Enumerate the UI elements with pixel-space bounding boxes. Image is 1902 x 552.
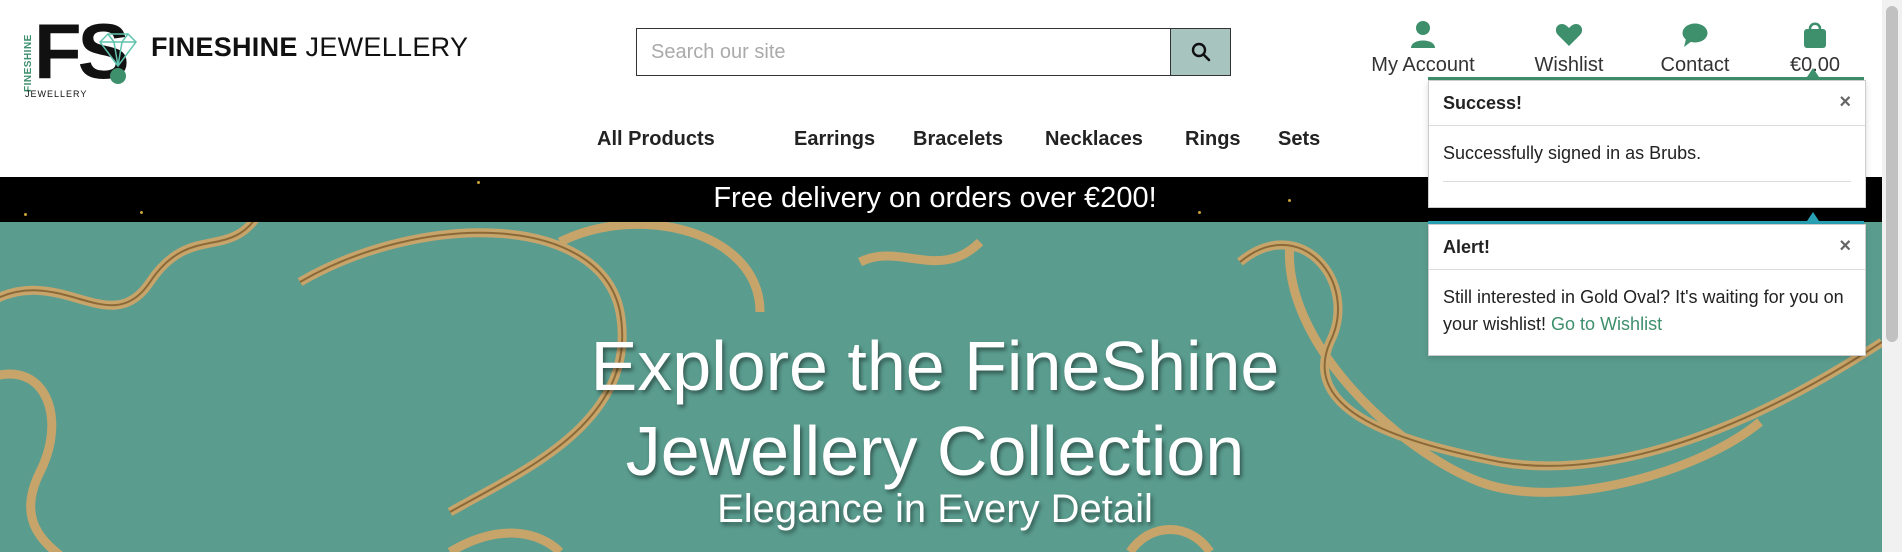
- menu-item-earrings[interactable]: Earrings: [794, 128, 875, 151]
- toast-message: Successfully signed in as Brubs.: [1443, 143, 1702, 163]
- hero-title-line2: Jewellery Collection: [625, 412, 1245, 490]
- scrollbar-thumb[interactable]: [1886, 6, 1898, 342]
- toast-message-wrap: Still interested in Gold Oval? It's wait…: [1429, 270, 1865, 352]
- menu-item-sets[interactable]: Sets: [1278, 128, 1320, 151]
- hero-subtitle: Elegance in Every Detail: [717, 487, 1153, 531]
- toast-title: Success!: [1443, 93, 1523, 113]
- page-scrollbar[interactable]: [1882, 0, 1902, 552]
- contact-label: Contact: [1660, 54, 1730, 76]
- success-toast: Success! × Successfully signed in as Bru…: [1428, 80, 1866, 208]
- menu-item-necklaces[interactable]: Necklaces: [1045, 128, 1143, 151]
- menu-item-bracelets[interactable]: Bracelets: [913, 128, 1003, 151]
- toast-header: Success! ×: [1429, 81, 1865, 126]
- chat-icon: [1682, 23, 1708, 47]
- toast-pointer: [1807, 212, 1819, 221]
- wishlist-link[interactable]: Wishlist: [1522, 20, 1616, 77]
- wishlist-label: Wishlist: [1534, 54, 1604, 76]
- contact-link[interactable]: Contact: [1654, 20, 1736, 77]
- close-icon[interactable]: ×: [1839, 91, 1851, 114]
- menu-item-all-products[interactable]: All Products: [597, 128, 715, 151]
- toast-header: Alert! ×: [1429, 225, 1865, 270]
- svg-text:JEWELLERY: JEWELLERY: [25, 89, 87, 98]
- header-icon-nav: My Account Wishlist Contact €0.00: [0, 20, 1882, 80]
- heart-icon: [1555, 24, 1583, 46]
- toast-pointer: [1807, 68, 1819, 77]
- menu-item-rings[interactable]: Rings: [1185, 128, 1241, 151]
- toast-divider: [1443, 181, 1851, 182]
- toast-title: Alert!: [1443, 237, 1491, 257]
- go-to-wishlist-link[interactable]: Go to Wishlist: [1551, 314, 1662, 334]
- alert-toast: Alert! × Still interested in Gold Oval? …: [1428, 224, 1866, 356]
- shopping-bag-icon: [1804, 22, 1826, 48]
- my-account-label: My Account: [1371, 54, 1475, 76]
- my-account-link[interactable]: My Account: [1368, 20, 1478, 77]
- close-icon[interactable]: ×: [1839, 235, 1851, 258]
- user-icon: [1411, 21, 1435, 48]
